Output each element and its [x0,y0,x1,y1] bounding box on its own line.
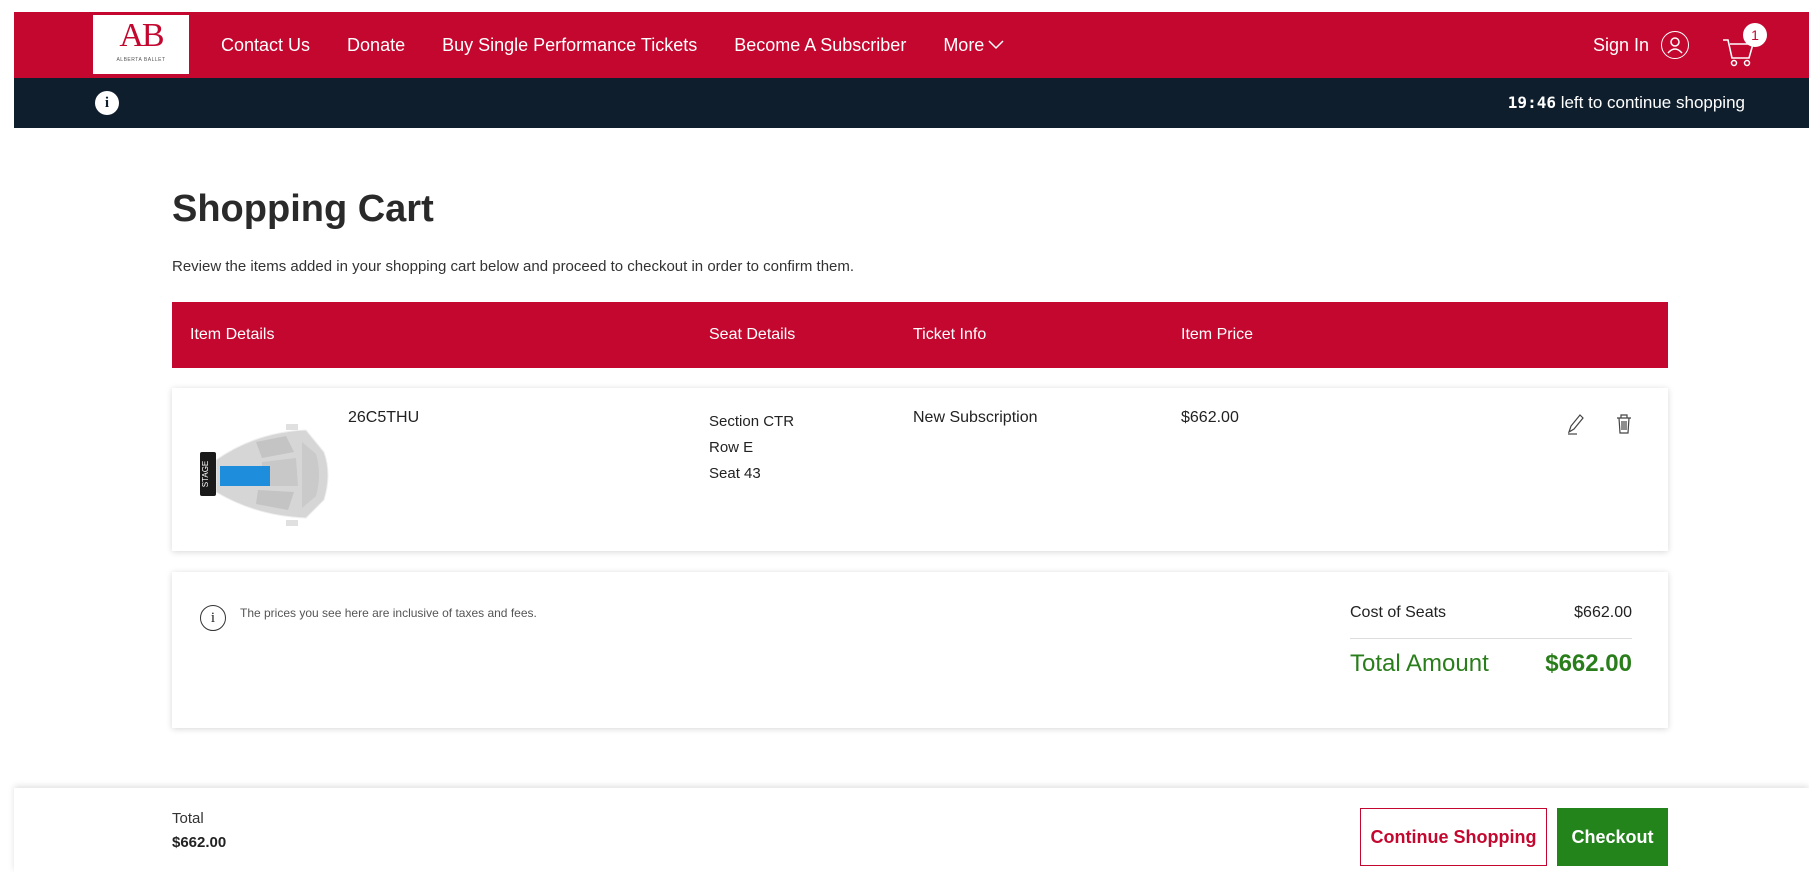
user-icon [1661,31,1689,59]
seat-map-thumbnail: STAGE [196,412,336,534]
pencil-icon [1567,414,1584,435]
footer-total-label: Total [172,810,204,827]
continue-shopping-button[interactable]: Continue Shopping [1360,808,1547,866]
nav-contact-us[interactable]: Contact Us [221,35,310,56]
timer-text: 19:46 left to continue shopping [1508,78,1745,128]
page-title: Shopping Cart [172,188,434,230]
checkout-footer: Total $662.00 Continue Shopping Checkout [14,788,1809,872]
seat-number: Seat 43 [709,465,761,482]
sign-in-label: Sign In [1592,34,1649,55]
cart-table-header: Item Details Seat Details Ticket Info It… [172,302,1668,368]
total-amount-label: Total Amount [1350,650,1489,677]
sign-in-link[interactable]: Sign In [1593,12,1689,78]
nav-become-subscriber[interactable]: Become A Subscriber [734,35,906,56]
cost-of-seats-label: Cost of Seats [1350,604,1447,621]
item-code: 26C5THU [348,409,420,426]
summary-divider [1350,638,1632,639]
page-intro: Review the items added in your shopping … [172,258,855,275]
ticket-info: New Subscription [913,409,1038,426]
footer-total-value: $662.00 [172,834,227,851]
nav-buy-single-tickets[interactable]: Buy Single Performance Tickets [442,35,697,56]
edit-item-button[interactable] [1565,412,1585,436]
nav-donate[interactable]: Donate [347,35,405,56]
logo-monogram: AB [119,17,164,54]
timer-countdown: 19:46 [1507,93,1556,112]
checkout-button[interactable]: Checkout [1557,808,1668,866]
seat-section: Section CTR [709,413,795,430]
total-amount-value: $662.00 [1545,650,1632,677]
main-menu: Contact Us Donate Buy Single Performance… [221,12,1041,78]
timer-label: left to continue shopping [1555,93,1745,112]
price-note: The prices you see here are inclusive of… [240,606,537,620]
stage-label: STAGE [201,461,210,488]
session-timer-bar: i 19:46 left to continue shopping [14,78,1809,128]
info-icon[interactable]: i [95,91,119,115]
logo-subtitle: ALBERTA BALLET [116,57,166,63]
cart-count-badge: 1 [1743,23,1767,47]
top-nav: AB ALBERTA BALLET Contact Us Donate Buy … [14,12,1809,78]
chevron-down-icon [988,37,1004,53]
header-seat-details: Seat Details [709,326,796,343]
nav-more-label: More [943,34,985,55]
trash-icon [1617,414,1631,434]
cart-button[interactable]: 1 [1719,23,1767,70]
header-ticket-info: Ticket Info [913,326,987,343]
item-price: $662.00 [1181,409,1239,426]
seat-details: Section CTR Row E Seat 43 [709,409,794,487]
order-summary: i The prices you see here are inclusive … [172,572,1668,728]
cost-of-seats-value: $662.00 [1574,604,1632,621]
info-icon: i [200,605,226,631]
seat-row: Row E [709,439,754,456]
nav-more[interactable]: More [943,35,1004,56]
header-item-details: Item Details [190,326,275,343]
header-item-price: Item Price [1181,326,1254,343]
cart-item-row: STAGE 26C5THU Section CTR Row E Seat 43 … [172,388,1668,551]
delete-item-button[interactable] [1614,412,1634,436]
alberta-ballet-logo[interactable]: AB ALBERTA BALLET [93,15,189,74]
